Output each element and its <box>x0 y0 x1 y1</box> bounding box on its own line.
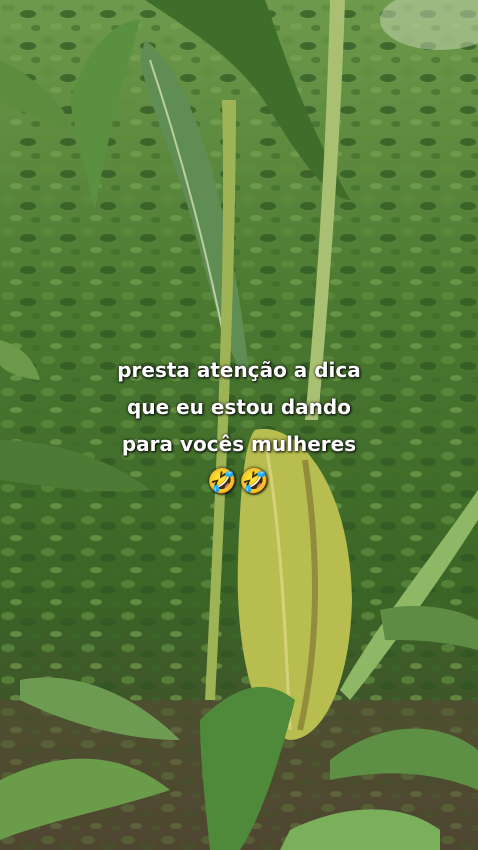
caption-line-3: para vocês mulheres <box>121 432 357 456</box>
caption-line-2: que eu estou dando <box>127 395 351 419</box>
caption-line-1: presta atenção a dica <box>117 358 361 382</box>
laughing-emoji-icon: 🤣🤣 <box>207 467 271 495</box>
video-caption: presta atenção a dica que eu estou dando… <box>0 352 478 500</box>
